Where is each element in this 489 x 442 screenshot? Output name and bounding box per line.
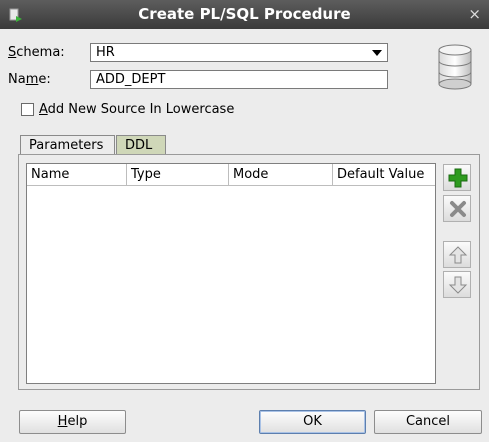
help-button[interactable]: Help [19, 410, 126, 434]
tab-ddl[interactable]: DDL [116, 135, 166, 155]
schema-label: Schema: [8, 45, 65, 60]
column-header-name[interactable]: Name [27, 164, 127, 185]
column-header-default-value[interactable]: Default Value [333, 164, 435, 185]
ok-button[interactable]: OK [259, 410, 366, 434]
schema-select[interactable]: HR [90, 43, 388, 62]
add-icon [448, 168, 468, 188]
parameters-table[interactable]: Name Type Mode Default Value [26, 163, 436, 384]
remove-icon [450, 201, 466, 217]
title-bar: Create PL/SQL Procedure × [0, 0, 489, 29]
move-down-button[interactable] [443, 271, 471, 298]
add-parameter-button[interactable] [443, 164, 471, 191]
close-icon[interactable]: × [468, 5, 481, 23]
column-header-type[interactable]: Type [127, 164, 229, 185]
name-label: Name: [8, 72, 51, 87]
database-icon [438, 44, 472, 90]
name-input[interactable]: ADD_DEPT [90, 70, 388, 89]
lowercase-checkbox-label[interactable]: Add New Source In Lowercase [39, 102, 234, 117]
lowercase-checkbox[interactable] [21, 103, 34, 116]
move-down-icon [448, 276, 468, 294]
schema-value: HR [96, 45, 115, 60]
move-up-icon [448, 246, 468, 264]
move-up-button[interactable] [443, 241, 471, 268]
table-header: Name Type Mode Default Value [27, 164, 435, 186]
cancel-button[interactable]: Cancel [374, 410, 482, 434]
tab-parameters[interactable]: Parameters [20, 135, 115, 155]
remove-parameter-button[interactable] [443, 195, 471, 222]
column-header-mode[interactable]: Mode [229, 164, 333, 185]
window-title: Create PL/SQL Procedure [138, 5, 351, 23]
chevron-down-icon [372, 50, 382, 56]
